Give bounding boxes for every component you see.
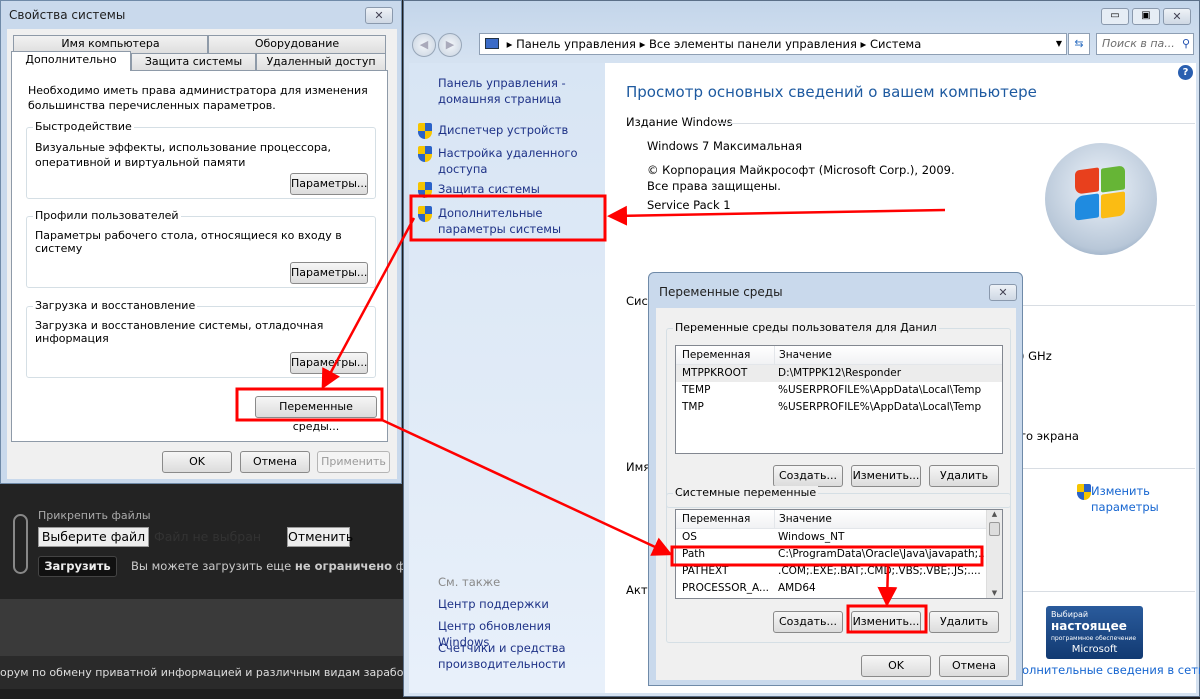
highlight-env-button xyxy=(235,387,384,422)
tab-advanced[interactable]: Дополнительно xyxy=(11,51,131,71)
arrow-to-advanced xyxy=(607,205,946,226)
arrow-to-path xyxy=(381,418,673,556)
highlight-advanced-settings xyxy=(409,194,607,242)
arrow-to-env-button xyxy=(321,217,416,390)
arrow-to-edit xyxy=(877,564,898,607)
highlight-path-row xyxy=(670,545,984,567)
highlight-edit-button xyxy=(846,604,928,634)
annotation-overlay xyxy=(235,194,984,634)
